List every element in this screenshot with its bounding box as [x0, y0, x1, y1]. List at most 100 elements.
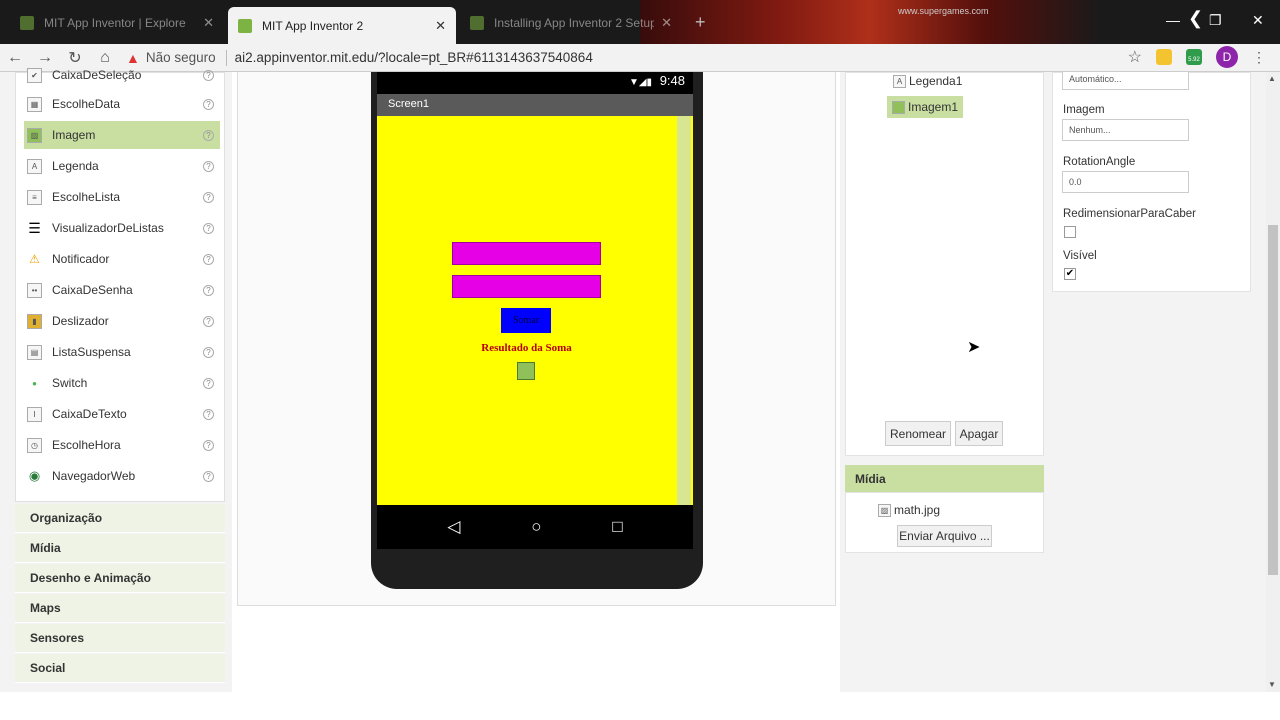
- textbox-icon: I: [27, 406, 42, 422]
- scroll-up-icon[interactable]: ▲: [1268, 74, 1276, 83]
- help-icon[interactable]: ?: [203, 408, 214, 420]
- nav-recent-icon: □: [612, 517, 623, 536]
- mouse-cursor-icon: ➤: [967, 339, 981, 356]
- extension-badge-icon[interactable]: 5.92: [1186, 49, 1202, 65]
- minimize-icon[interactable]: —: [1166, 12, 1180, 28]
- browser-tab-title: MIT App Inventor | Explore: [44, 16, 186, 30]
- delete-button[interactable]: Apagar: [955, 421, 1003, 446]
- palette-item-escolhehora[interactable]: ◷ EscolheHora ?: [24, 431, 220, 459]
- help-icon[interactable]: ?: [203, 222, 214, 234]
- help-icon[interactable]: ?: [203, 129, 214, 141]
- upload-file-button[interactable]: Enviar Arquivo ...: [897, 525, 992, 547]
- property-partial-input[interactable]: Automático...: [1062, 72, 1189, 90]
- help-icon[interactable]: ?: [203, 69, 214, 81]
- category-sensores[interactable]: Sensores: [15, 624, 225, 653]
- bookmark-star-icon[interactable]: ☆: [1128, 47, 1142, 67]
- help-icon[interactable]: ?: [203, 191, 214, 203]
- palette-item-imagem[interactable]: ▨ Imagem ?: [24, 121, 220, 149]
- help-icon[interactable]: ?: [203, 315, 214, 327]
- list-picker-icon: ≡: [27, 189, 42, 205]
- property-visible-label: Visível: [1063, 250, 1097, 262]
- browser-tab-2[interactable]: Installing App Inventor 2 Setup ✕: [460, 8, 682, 38]
- image-file-icon: ▨: [878, 503, 891, 517]
- screen-title-bar: Screen1: [377, 94, 693, 116]
- media-file-name: math.jpg: [894, 503, 941, 517]
- category-desenho-animacao[interactable]: Desenho e Animação: [15, 564, 225, 593]
- result-label[interactable]: Resultado da Soma: [452, 342, 601, 354]
- palette-item-legenda[interactable]: A Legenda ?: [24, 152, 220, 180]
- phone-status-bar: ▼◢▮ 9:48: [377, 72, 693, 94]
- palette-item-escolhelista[interactable]: ≡ EscolheLista ?: [24, 183, 220, 211]
- palette-item-caixadetexto[interactable]: I CaixaDeTexto ?: [24, 400, 220, 428]
- component-label: Legenda1: [909, 74, 963, 88]
- palette-item-listasuspensa[interactable]: ▤ ListaSuspensa ?: [24, 338, 220, 366]
- help-icon[interactable]: ?: [203, 98, 214, 110]
- property-image-input[interactable]: Nenhum...: [1062, 119, 1189, 141]
- palette-item-switch[interactable]: ● Switch ?: [24, 369, 220, 397]
- palette-item-label: EscolheHora: [52, 438, 121, 452]
- extension-icon[interactable]: [1156, 49, 1172, 65]
- wifi-signal-battery-icon: ▼◢▮: [628, 77, 653, 88]
- help-icon[interactable]: ?: [203, 470, 214, 482]
- browser-tab-0[interactable]: MIT App Inventor | Explore ✕: [10, 8, 224, 38]
- image-icon: ▨: [27, 127, 42, 143]
- category-social[interactable]: Social: [15, 654, 225, 683]
- component-imagem1[interactable]: Imagem1: [887, 96, 964, 118]
- component-legenda1[interactable]: A Legenda1: [893, 74, 962, 88]
- tab-strip-background-art: [640, 0, 1100, 44]
- textbox-1[interactable]: [452, 242, 601, 265]
- visible-checkbox[interactable]: ✔: [1064, 268, 1076, 280]
- palette-item-deslizador[interactable]: ▮ Deslizador ?: [24, 307, 220, 335]
- help-icon[interactable]: ?: [203, 160, 214, 172]
- palette-item-label: CaixaDeSenha: [52, 283, 133, 297]
- screen-scrollbar[interactable]: [677, 116, 691, 505]
- close-icon[interactable]: ✕: [661, 15, 672, 31]
- page-scrollbar-thumb[interactable]: [1268, 225, 1278, 575]
- category-midia[interactable]: Mídia: [15, 534, 225, 563]
- label-icon: A: [893, 74, 906, 88]
- phone-nav-bar: ◁ ○ □: [377, 505, 693, 549]
- help-icon[interactable]: ?: [203, 346, 214, 358]
- textbox-2[interactable]: [452, 275, 601, 298]
- scale-to-fit-checkbox[interactable]: [1064, 226, 1076, 238]
- notifier-icon: ⚠: [29, 252, 40, 266]
- help-icon[interactable]: ?: [203, 439, 214, 451]
- property-scale-label: RedimensionarParaCaber: [1063, 208, 1196, 220]
- window-close-icon[interactable]: ✕: [1252, 12, 1264, 29]
- close-icon[interactable]: ✕: [203, 15, 214, 31]
- palette-item-navegadorweb[interactable]: ◉ NavegadorWeb ?: [24, 462, 220, 490]
- app-inventor-favicon-icon: [20, 16, 34, 30]
- time-picker-icon: ◷: [27, 437, 42, 453]
- component-label: Imagem1: [908, 100, 959, 114]
- app-inventor-favicon-icon: [238, 18, 252, 33]
- palette-item-caixadesenha[interactable]: •• CaixaDeSenha ?: [24, 276, 220, 304]
- profile-avatar[interactable]: D: [1216, 46, 1238, 68]
- palette-item-label: Deslizador: [52, 314, 109, 328]
- menu-icon[interactable]: ⋮: [1252, 49, 1266, 66]
- sum-button[interactable]: Somar: [501, 308, 551, 333]
- spinner-icon: ▤: [27, 344, 42, 360]
- browser-tab-title: Installing App Inventor 2 Setup: [494, 16, 654, 30]
- help-icon[interactable]: ?: [203, 377, 214, 389]
- new-tab-icon[interactable]: +: [695, 12, 706, 33]
- image-placeholder-icon[interactable]: [517, 362, 535, 380]
- palette-item-notificador[interactable]: ⚠ Notificador ?: [24, 245, 220, 273]
- category-maps[interactable]: Maps: [15, 594, 225, 623]
- media-file-item[interactable]: ▨ math.jpg: [878, 503, 940, 517]
- help-icon[interactable]: ?: [203, 284, 214, 296]
- palette-item-escolhedata[interactable]: ▦ EscolheData ?: [24, 90, 220, 118]
- property-rotation-input[interactable]: 0.0: [1062, 171, 1189, 193]
- category-organizacao[interactable]: Organização: [15, 504, 225, 533]
- browser-tab-1[interactable]: MIT App Inventor 2 ✕: [228, 7, 456, 44]
- components-tree: [845, 72, 1044, 456]
- url-text[interactable]: ai2.appinventor.mit.edu/?locale=pt_BR#61…: [235, 50, 593, 65]
- close-icon[interactable]: ✕: [435, 18, 446, 34]
- status-time: 9:48: [659, 73, 685, 88]
- scroll-down-icon[interactable]: ▼: [1268, 680, 1276, 689]
- palette-item-checkbox[interactable]: ✔ CaixaDeSeleção ?: [24, 61, 220, 89]
- help-icon[interactable]: ?: [203, 253, 214, 265]
- rename-button[interactable]: Renomear: [885, 421, 951, 446]
- palette-item-visualizadordelistas[interactable]: ☰ VisualizadorDeListas ?: [24, 214, 220, 242]
- browser-tab-strip: MIT App Inventor | Explore ✕ MIT App Inv…: [0, 0, 1280, 44]
- restore-icon[interactable]: ❐: [1209, 12, 1222, 29]
